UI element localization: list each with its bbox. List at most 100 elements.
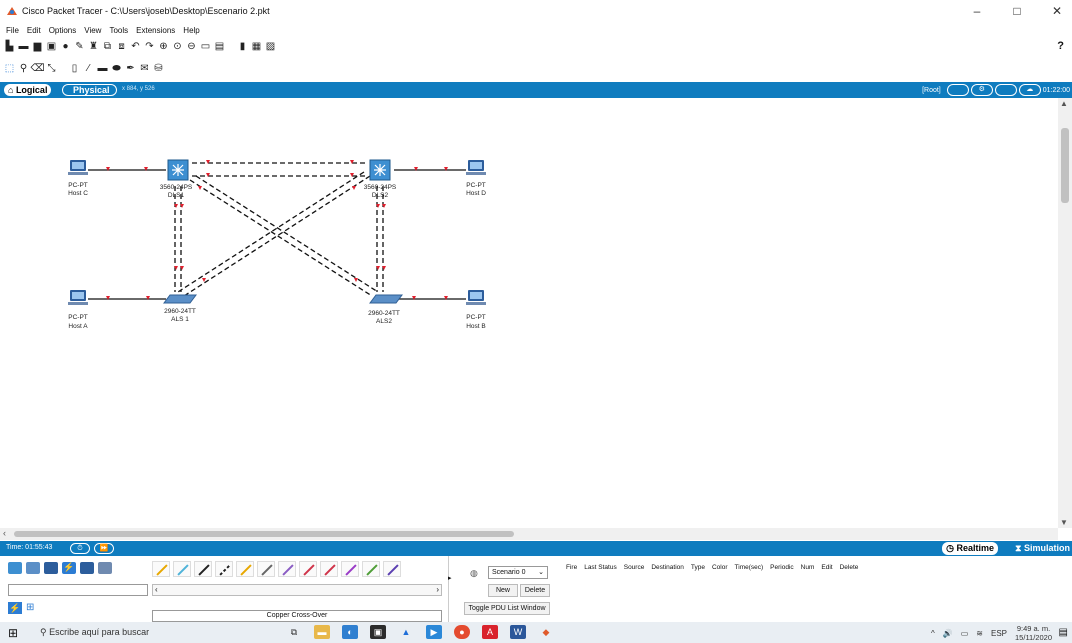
console-cable-icon[interactable]: [173, 561, 191, 577]
tray-expand-icon[interactable]: ^: [931, 629, 935, 638]
scroll-left-icon[interactable]: ‹: [3, 528, 6, 538]
miscellaneous-icon[interactable]: [80, 562, 94, 574]
close-button[interactable]: ✕: [1048, 4, 1066, 18]
scroll-down-icon[interactable]: ▼: [1060, 518, 1068, 527]
custom-devices-icon[interactable]: ▤: [214, 42, 225, 53]
usb-cable-icon[interactable]: [383, 561, 401, 577]
multilayer-switch-dls2[interactable]: [369, 159, 391, 181]
language-indicator[interactable]: ESP: [991, 629, 1007, 638]
network-info-icon[interactable]: ♜: [88, 42, 99, 53]
power-cycle-button[interactable]: ⏱: [70, 543, 90, 554]
viewport-button[interactable]: ☁: [1018, 84, 1041, 96]
draw-rectangle-icon[interactable]: ▬: [97, 64, 108, 75]
vertical-scroll-thumb[interactable]: [1061, 128, 1069, 203]
menu-options[interactable]: Options: [49, 26, 77, 35]
link-dls1-als2-b[interactable]: [195, 175, 379, 293]
menu-help[interactable]: Help: [183, 26, 199, 35]
redo-icon[interactable]: ↷: [144, 42, 155, 53]
scroll-up-icon[interactable]: ▲: [1060, 99, 1068, 108]
file-explorer-icon[interactable]: ▬: [314, 625, 330, 639]
menu-tools[interactable]: Tools: [109, 26, 128, 35]
battery-icon[interactable]: ▭: [961, 629, 969, 638]
chrome-icon[interactable]: ●: [454, 625, 470, 639]
device-search-field[interactable]: [8, 584, 148, 596]
pc-host-b[interactable]: [466, 290, 486, 305]
place-note-icon[interactable]: ▯: [69, 64, 80, 75]
windows-start-icon[interactable]: ⊞: [8, 626, 18, 640]
fast-forward-button[interactable]: ⏩: [94, 543, 114, 554]
scenario-info-icon[interactable]: ◍: [470, 568, 478, 579]
scenario-select[interactable]: Scenario 0 ⌄: [488, 566, 548, 579]
activity-wizard-icon[interactable]: ✎: [74, 42, 85, 53]
wifi-icon[interactable]: ≋: [976, 629, 983, 638]
draw-line-icon[interactable]: ⁄: [83, 64, 94, 75]
info-icon[interactable]: ●: [60, 42, 71, 53]
task-view-icon[interactable]: ⧉: [286, 625, 302, 639]
pc-host-a[interactable]: [68, 290, 88, 305]
delete-icon[interactable]: ⌫: [30, 64, 44, 75]
switch-als2[interactable]: [369, 294, 403, 304]
paste-icon[interactable]: ⧈: [116, 42, 127, 53]
end-devices-icon[interactable]: [26, 562, 40, 574]
drawing-palette-icon[interactable]: ▭: [200, 42, 211, 53]
menu-edit[interactable]: Edit: [27, 26, 41, 35]
logical-workspace[interactable]: PC-PT Host C PC-PT Host D PC-PT Host A P…: [0, 98, 1058, 528]
grid-view-icon[interactable]: ⊞: [26, 602, 34, 613]
edge-browser-icon[interactable]: ◐: [342, 625, 358, 639]
resize-shape-icon[interactable]: ⤡: [46, 64, 57, 75]
copy-icon[interactable]: ⧉: [102, 42, 113, 53]
print-icon[interactable]: ▣: [46, 42, 57, 53]
menu-file[interactable]: File: [6, 26, 19, 35]
taskbar-search[interactable]: ⚲ Escribe aquí para buscar: [36, 625, 266, 640]
topology-canvas[interactable]: PC-PT Host C PC-PT Host D PC-PT Host A P…: [0, 98, 1058, 528]
link-dls1-als2-a[interactable]: [189, 179, 373, 297]
new-cluster-button[interactable]: [946, 84, 969, 96]
network-devices-icon[interactable]: [8, 562, 22, 574]
horizontal-scroll-thumb[interactable]: [14, 531, 514, 537]
collapse-arrow-icon[interactable]: ▸: [448, 574, 452, 582]
acrobat-icon[interactable]: A: [482, 625, 498, 639]
move-object-button[interactable]: ⚙: [970, 84, 993, 96]
toggle-pdu-list-button[interactable]: Toggle PDU List Window: [464, 602, 550, 615]
multilayer-switch-dls1[interactable]: [167, 159, 189, 181]
zoom-out-icon[interactable]: ⊖: [186, 42, 197, 53]
help-button[interactable]: ?: [1057, 40, 1064, 52]
connections-icon[interactable]: ⚡: [62, 562, 76, 574]
minimize-button[interactable]: –: [968, 4, 986, 18]
root-label[interactable]: [Root]: [922, 87, 941, 94]
octal-cable-icon[interactable]: [341, 561, 359, 577]
device-list-scroll-left-icon[interactable]: ‹: [155, 585, 158, 594]
undo-icon[interactable]: ↶: [130, 42, 141, 53]
open-folder-icon[interactable]: ▬: [18, 42, 29, 53]
matlab-icon[interactable]: ▲: [398, 625, 414, 639]
device-list-scrollbar[interactable]: ‹ ›: [152, 584, 442, 596]
maximize-button[interactable]: □: [1008, 4, 1026, 18]
horizontal-scrollbar[interactable]: ‹: [0, 528, 1058, 540]
inspect-icon[interactable]: ⚲: [18, 64, 29, 75]
select-icon[interactable]: ⬚: [4, 64, 15, 75]
components-icon[interactable]: [44, 562, 58, 574]
cross-over-icon[interactable]: [215, 561, 233, 577]
freeform-icon[interactable]: ✒: [125, 64, 136, 75]
new-scenario-button[interactable]: New: [488, 584, 518, 597]
menu-extensions[interactable]: Extensions: [136, 26, 175, 35]
auto-connection-icon[interactable]: [152, 561, 170, 577]
store-icon[interactable]: ▣: [370, 625, 386, 639]
add-complex-pdu-icon[interactable]: ⛁: [153, 64, 164, 75]
zoom-in-icon[interactable]: ⊕: [158, 42, 169, 53]
tab-physical[interactable]: Physical: [62, 84, 117, 96]
switch-als1[interactable]: [163, 294, 197, 304]
ipc-icon[interactable]: ▦: [251, 42, 262, 53]
viewport-icon[interactable]: ▮: [237, 42, 248, 53]
simulation-mode-button[interactable]: ⧗ Simulation: [1015, 543, 1070, 554]
tab-logical[interactable]: ⌂ Logical: [4, 84, 52, 96]
notifications-icon[interactable]: ▤: [1059, 627, 1068, 638]
image-icon[interactable]: ▨: [265, 42, 276, 53]
serial-dte-icon[interactable]: [320, 561, 338, 577]
set-tiled-background-button[interactable]: [994, 84, 1017, 96]
word-icon[interactable]: W: [510, 625, 526, 639]
volume-icon[interactable]: 🔊: [943, 629, 953, 638]
menu-view[interactable]: View: [84, 26, 101, 35]
packet-tracer-taskbar-icon[interactable]: ◆: [538, 625, 554, 639]
phone-cable-icon[interactable]: [257, 561, 275, 577]
